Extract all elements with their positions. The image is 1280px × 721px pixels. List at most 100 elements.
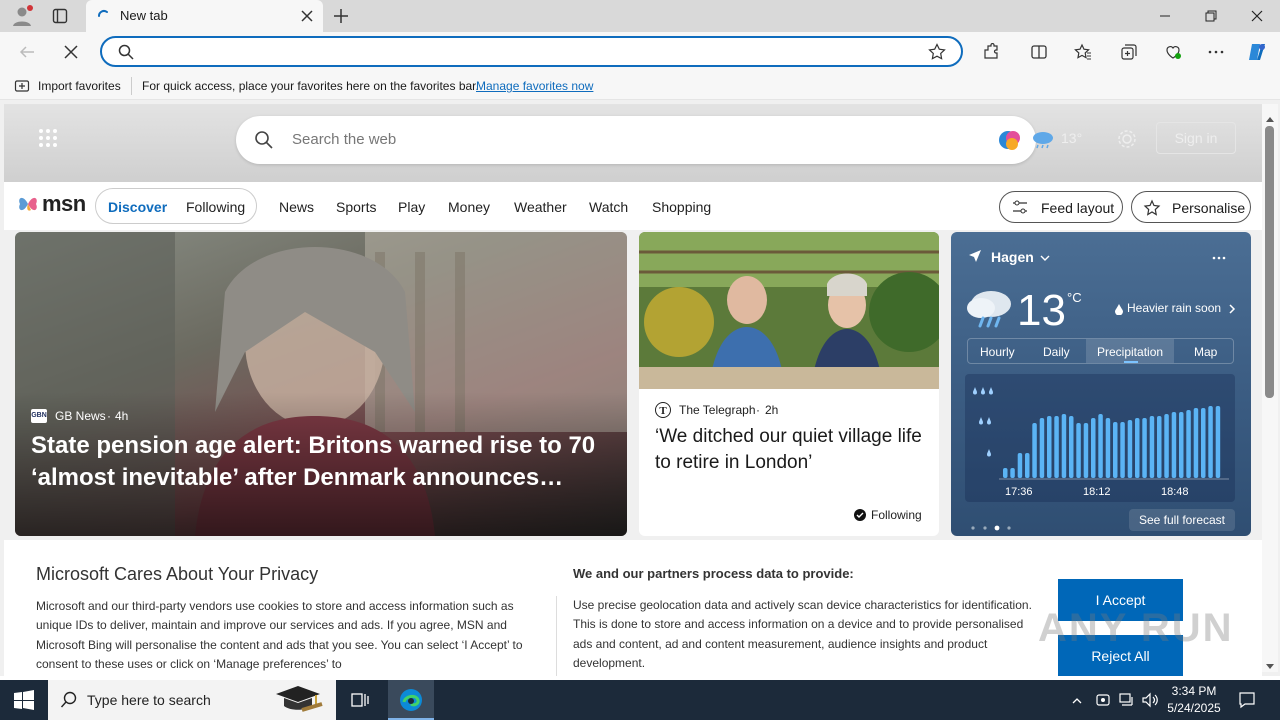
main-story-age: 4h (115, 409, 129, 423)
precipitation-bar (1164, 414, 1169, 478)
precipitation-bar (1032, 423, 1037, 478)
nav-watch[interactable]: Watch (589, 199, 628, 215)
address-bar[interactable] (100, 36, 963, 67)
privacy-body: Microsoft and our third-party vendors us… (36, 599, 523, 671)
scroll-down-arrow-icon[interactable] (1265, 658, 1275, 669)
import-favorites-button[interactable]: Import favorites (38, 79, 121, 93)
favorite-star-icon[interactable] (928, 43, 946, 61)
droplet-icon (1115, 302, 1123, 316)
scroll-up-arrow-icon[interactable] (1265, 110, 1275, 122)
pill-discover[interactable]: Discover (108, 199, 167, 215)
favbar-divider (131, 77, 132, 95)
search-icon (117, 43, 135, 61)
collections-icon[interactable] (1118, 41, 1140, 63)
close-tab-icon[interactable] (300, 9, 314, 23)
nav-play[interactable]: Play (398, 199, 425, 215)
split-screen-icon[interactable] (1028, 41, 1050, 63)
tab-hourly[interactable]: Hourly (980, 345, 1015, 359)
network-icon[interactable] (1119, 692, 1135, 708)
taskbar-search-box[interactable]: Type here to search (48, 680, 336, 720)
following-label[interactable]: Following (871, 508, 922, 522)
feed-layout-button[interactable]: Feed layout (999, 191, 1123, 223)
feed-pill-group: Discover Following (95, 188, 257, 224)
precipitation-bar (1069, 416, 1074, 478)
more-options-icon[interactable] (1211, 250, 1227, 260)
main-story-card[interactable]: GBN GB News · 4h State pension age alert… (15, 232, 627, 536)
extensions-icon[interactable] (980, 41, 1002, 63)
task-view-icon[interactable] (350, 690, 370, 710)
clock[interactable]: 3:34 PM 5/24/2025 (1166, 683, 1222, 717)
second-story-card[interactable]: T The Telegraph · 2h ‘We ditched our qui… (639, 232, 939, 536)
weather-chip-temp[interactable]: 13° (1061, 130, 1082, 146)
browser-toolbar (0, 32, 1280, 72)
nav-shopping[interactable]: Shopping (652, 199, 711, 215)
following-check-icon (854, 508, 866, 521)
clock-time: 3:34 PM (1171, 684, 1217, 698)
new-tab-button[interactable] (332, 7, 350, 25)
browser-essentials-icon[interactable] (1162, 41, 1184, 63)
precipitation-bar (1149, 416, 1155, 478)
web-search-box[interactable]: Search the web (236, 116, 1036, 164)
weather-chip-icon[interactable] (1030, 128, 1056, 152)
tab-map[interactable]: Map (1194, 345, 1217, 359)
back-icon[interactable] (16, 41, 38, 63)
favorites-icon[interactable] (1072, 41, 1094, 63)
weather-condition: Heavier rain soon (1127, 301, 1222, 315)
source-logo: GBN (31, 409, 47, 423)
app-launcher-icon[interactable] (38, 128, 58, 148)
precipitation-bar (1113, 422, 1118, 478)
see-full-forecast-button[interactable]: See full forecast (1129, 509, 1235, 531)
tab-precipitation-active[interactable]: Precipitation (1086, 339, 1174, 363)
pill-following[interactable]: Following (186, 199, 245, 215)
favorites-bar: Import favorites For quick access, place… (0, 72, 1280, 100)
settings-icon[interactable] (1116, 128, 1138, 150)
favorites-bar-message: For quick access, place your favorites h… (142, 79, 479, 93)
msn-logo[interactable]: msn (16, 190, 86, 218)
tab-daily[interactable]: Daily (1043, 345, 1070, 359)
nav-money[interactable]: Money (448, 199, 490, 215)
personalise-label: Personalise (1172, 200, 1246, 216)
chevron-down-icon[interactable] (1039, 251, 1051, 263)
profile-icon[interactable] (10, 4, 34, 28)
second-story-source: The Telegraph (679, 403, 756, 417)
manage-favorites-link[interactable]: Manage favorites now (476, 79, 593, 93)
weather-card[interactable]: Hagen 13 °C Heavier rain soon Hourly Dai… (951, 232, 1251, 536)
main-story-headline[interactable]: State pension age alert: Britons warned … (31, 430, 601, 494)
dot-separator: · (756, 403, 760, 417)
copilot-icon[interactable] (1246, 41, 1268, 63)
nav-weather[interactable]: Weather (514, 199, 567, 215)
minimize-button[interactable] (1142, 0, 1188, 32)
precipitation-bar (1003, 468, 1008, 478)
chevron-right-icon[interactable] (1227, 302, 1237, 314)
show-hidden-icons-chevron-icon[interactable] (1071, 694, 1083, 706)
second-story-headline[interactable]: ‘We ditched our quiet village life to re… (655, 424, 925, 476)
privacy-consent-banner: Microsoft Cares About Your Privacy Micro… (4, 540, 1262, 676)
nav-news[interactable]: News (279, 199, 314, 215)
carousel-dots[interactable] (971, 518, 1015, 531)
more-options-icon[interactable] (1205, 41, 1227, 63)
precipitation-bar (1171, 412, 1177, 478)
copilot-search-icon[interactable] (996, 126, 1024, 154)
tab-new-tab[interactable]: New tab (86, 0, 323, 32)
weather-location[interactable]: Hagen (991, 249, 1034, 265)
anyrun-watermark: ANY RUN (1038, 606, 1234, 650)
msn-logo-text: msn (42, 191, 86, 216)
close-window-button[interactable] (1234, 0, 1280, 32)
stop-loading-icon[interactable] (60, 41, 82, 63)
edge-taskbar-button[interactable] (388, 680, 434, 720)
weather-temp: 13 (1017, 286, 1066, 335)
scroll-thumb[interactable] (1265, 126, 1274, 398)
personalise-button[interactable]: Personalise (1131, 191, 1251, 223)
volume-icon[interactable] (1142, 692, 1160, 708)
windows-start-icon[interactable] (14, 690, 34, 710)
sign-in-button[interactable]: Sign in (1156, 122, 1236, 154)
restore-button[interactable] (1188, 0, 1234, 32)
notifications-icon[interactable] (1238, 691, 1256, 709)
partners-body: Use precise geolocation data and activel… (573, 598, 1032, 670)
graduation-cap-icon (272, 684, 328, 716)
meet-now-icon[interactable] (1095, 692, 1111, 708)
nav-sports[interactable]: Sports (336, 199, 376, 215)
page-scrollbar[interactable] (1262, 104, 1278, 672)
tab-actions-icon[interactable] (52, 8, 68, 24)
privacy-divider (556, 596, 557, 676)
